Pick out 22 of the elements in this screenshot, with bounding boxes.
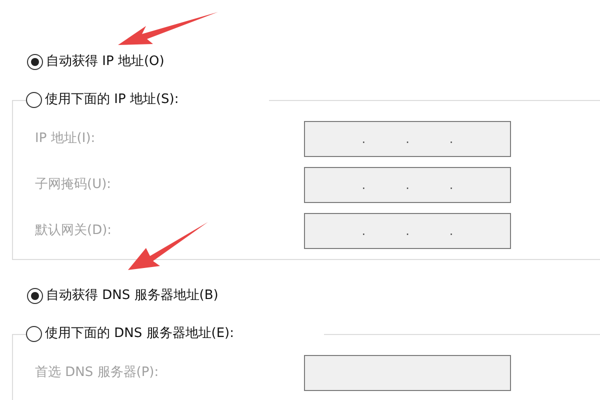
octet-separator: . (362, 133, 366, 145)
radio-button[interactable] (26, 326, 42, 342)
radio-label[interactable]: 自动获得 DNS 服务器地址(B) (46, 286, 218, 306)
radio-button[interactable] (27, 288, 43, 304)
field-label: 首选 DNS 服务器(P): (34, 364, 160, 382)
octet-separator: . (449, 179, 454, 191)
octet-separator: . (406, 225, 410, 237)
octet-separator: . (449, 225, 454, 237)
octet-separator: . (406, 179, 410, 191)
radio-label[interactable]: 使用下面的 DNS 服务器地址(E): (45, 324, 234, 344)
field-label: IP 地址(I): (34, 130, 96, 148)
ip-address-field[interactable] (304, 355, 511, 391)
radio-label[interactable]: 自动获得 IP 地址(O) (46, 52, 164, 72)
octet-separator: . (362, 225, 366, 237)
octet-separator: . (449, 133, 454, 145)
field-label: 子网掩码(U): (34, 176, 112, 194)
field-label: 默认网关(D): (34, 222, 113, 240)
radio-button[interactable] (26, 92, 42, 108)
radio-button[interactable] (27, 54, 43, 70)
octet-separator: . (362, 179, 366, 191)
radio-label[interactable]: 使用下面的 IP 地址(S): (45, 90, 179, 110)
octet-separator: . (406, 133, 410, 145)
